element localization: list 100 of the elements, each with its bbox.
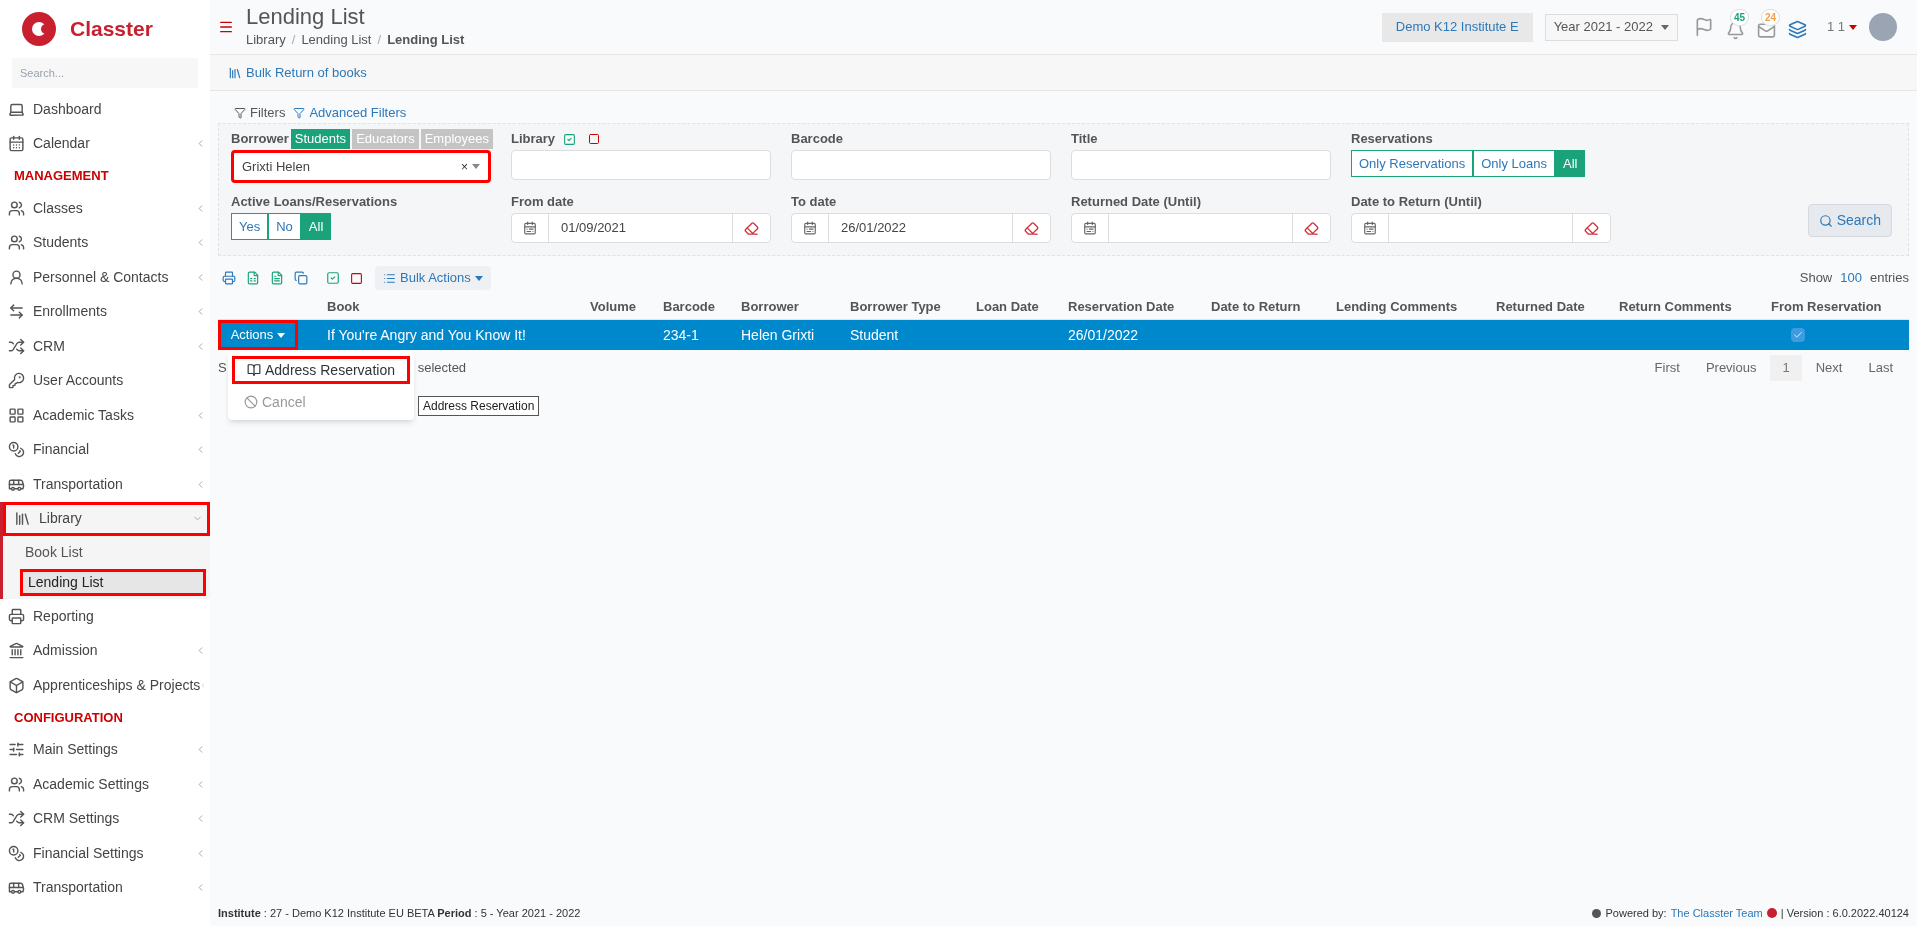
field-label: Active Loans/Reservations [231, 193, 399, 212]
sidebar-item[interactable]: Enrollments [0, 294, 210, 329]
pagination-button[interactable]: Next [1803, 355, 1855, 381]
bulk-return-link[interactable]: Bulk Return of books [228, 62, 367, 83]
pagination-button[interactable]: First [1642, 355, 1692, 381]
user-menu[interactable]: 1 1 [1826, 17, 1857, 37]
checkbox[interactable] [1791, 328, 1805, 342]
column-header: Reservation Date [1068, 297, 1176, 316]
layers-icon[interactable] [1787, 19, 1807, 39]
check-all-icon[interactable] [326, 271, 340, 285]
toggle-option[interactable]: Yes [231, 213, 269, 240]
column-header: Date to Return [1211, 297, 1302, 316]
sidebar-item[interactable]: Students [0, 225, 210, 260]
team-link[interactable]: The Classter Team [1670, 904, 1763, 922]
column-header: Borrower [741, 297, 800, 316]
date-value: 01/09/2021 [561, 219, 627, 238]
avatar[interactable] [1869, 13, 1897, 41]
entries-label: entries [1869, 269, 1909, 288]
sidebar-item[interactable]: Financial Settings [0, 836, 210, 871]
cancel-icon [244, 395, 258, 409]
page-size-select[interactable]: 100 [1840, 268, 1862, 288]
uncheck-all-icon[interactable] [350, 271, 363, 285]
barcode-field[interactable] [791, 150, 1051, 180]
eraser-icon [744, 220, 759, 236]
eraser-icon [1024, 220, 1039, 236]
sidebar-item[interactable]: Transportation [0, 870, 210, 905]
advanced-filters-link[interactable]: Advanced Filters [309, 103, 407, 123]
field-label: Borrower [231, 130, 289, 149]
spreadsheet-icon[interactable] [246, 271, 260, 285]
sidebar-item[interactable]: Library [3, 501, 210, 536]
mail-icon[interactable] [1756, 20, 1776, 40]
version-text: | Version : 6.0.2022.40124 [1780, 905, 1909, 921]
date-value: 26/01/2022 [841, 219, 907, 238]
breadcrumb[interactable]: Library [246, 30, 286, 50]
date-field[interactable] [1351, 213, 1611, 243]
toggle-option[interactable]: Only Loans [1473, 150, 1555, 177]
menu-item[interactable]: Address Reservation [232, 356, 410, 384]
breadcrumb[interactable]: Lending List [301, 30, 372, 50]
sidebar-item[interactable]: CRM [0, 329, 210, 364]
sidebar-item[interactable]: Apprenticeships & Projects [0, 668, 210, 703]
caret-icon [1849, 24, 1857, 30]
sidebar-item[interactable]: User Accounts [0, 363, 210, 398]
field-label: Returned Date (Until) [1071, 193, 1202, 212]
clear-icon[interactable]: × [461, 157, 468, 176]
brand-name: Classter [70, 16, 153, 43]
section-heading: CONFIGURATION [13, 708, 124, 727]
date-field[interactable]: 01/09/2021 [511, 213, 771, 243]
sidebar-item[interactable]: Dashboard [0, 92, 210, 127]
pagination-button[interactable]: Previous [1693, 355, 1769, 381]
library-field[interactable] [511, 150, 771, 180]
sidebar-item[interactable]: Admission [0, 633, 210, 668]
table-row[interactable]: Actions If You're Angry and You Know It! 234-1 Helen Grixti Student 26/01/2022 [218, 320, 1909, 350]
sidebar-item[interactable]: Main Settings [0, 732, 210, 767]
uncheck-all-icon[interactable] [588, 133, 601, 145]
date-field[interactable]: 26/01/2022 [791, 213, 1051, 243]
calendar-icon [523, 221, 537, 235]
submenu-item[interactable]: Book List [20, 539, 206, 566]
search-field[interactable]: Search... [12, 58, 198, 88]
field-label: Date to Return (Until) [1351, 193, 1483, 212]
sidebar-item[interactable]: Academic Tasks [0, 398, 210, 433]
sidebar-item[interactable]: Financial [0, 432, 210, 467]
filter-icon [293, 107, 306, 119]
caret-icon [1660, 24, 1669, 30]
sidebar-item[interactable]: Transportation [0, 467, 210, 502]
field-label: To date [791, 193, 838, 212]
sidebar-item[interactable]: Personnel & Contacts [0, 260, 210, 295]
breadcrumb-separator: / [291, 31, 296, 50]
title-field[interactable] [1071, 150, 1331, 180]
breadcrumb: Lending List [387, 31, 465, 50]
sidebar-item[interactable]: Academic Settings [0, 767, 210, 802]
document-icon[interactable] [270, 271, 284, 285]
toggle-option[interactable]: Only Reservations [1351, 150, 1474, 177]
table-cell-text: 234-1 [663, 325, 700, 345]
pagination-button[interactable]: 1 [1770, 355, 1802, 381]
search-button[interactable]: Search [1807, 204, 1892, 237]
actions-button[interactable]: Actions [218, 320, 298, 350]
institute-button[interactable]: Demo K12 Institute E [1381, 12, 1533, 42]
sidebar-item[interactable]: Reporting [0, 599, 210, 634]
borrower-select[interactable]: Grixti Helen × [231, 150, 491, 183]
calendar-icon [803, 221, 817, 235]
submenu-item[interactable]: Lending List [20, 569, 206, 596]
sidebar-item[interactable]: CRM Settings [0, 801, 210, 836]
powered-by-text: Powered by: [1605, 905, 1667, 921]
year-select[interactable]: Year 2021 - 2022 [1544, 13, 1678, 41]
pagination-button[interactable]: Last [1856, 355, 1905, 381]
bulk-actions-button[interactable]: Bulk Actions [375, 266, 491, 290]
print-icon[interactable] [222, 271, 236, 285]
toggle-option[interactable]: No [268, 213, 301, 240]
field-label: Library [511, 130, 556, 149]
breadcrumb-separator: / [377, 31, 382, 50]
check-all-icon[interactable] [563, 132, 577, 146]
field-label: From date [511, 193, 575, 212]
column-header: Book [327, 297, 361, 316]
date-field[interactable] [1071, 213, 1331, 243]
caret-icon [277, 332, 286, 338]
show-label: Show [1799, 269, 1833, 288]
sidebar-item[interactable]: Classes [0, 191, 210, 226]
info-text: selected [417, 359, 467, 378]
copy-icon[interactable] [294, 271, 308, 285]
sidebar-item[interactable]: Calendar [0, 126, 210, 161]
